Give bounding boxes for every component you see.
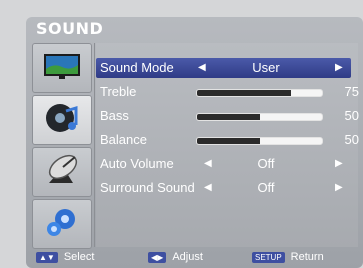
balance-label: Balance (100, 132, 147, 147)
bass-slider[interactable] (196, 113, 323, 121)
surround-sound-left-arrow-icon[interactable]: ◀ (204, 182, 212, 193)
setup-key: SETUP (252, 251, 285, 263)
setting-row-treble[interactable]: Treble 75 (96, 82, 359, 102)
adjust-label: Adjust (172, 251, 203, 263)
balance-slider-fill (197, 138, 260, 144)
sidebar-item-channel[interactable] (32, 147, 92, 197)
sound-mode-right-arrow-icon[interactable]: ▶ (335, 62, 343, 73)
up-down-arrows-icon: ▲▼ (36, 251, 58, 263)
gears-icon (43, 205, 81, 244)
treble-label: Treble (100, 84, 137, 99)
sound-mode-value: User (252, 60, 280, 75)
setting-row-sound-mode[interactable]: Sound Mode ◀ User ▶ (96, 58, 351, 78)
surround-sound-right-arrow-icon[interactable]: ▶ (335, 182, 343, 193)
sound-mode-left-arrow-icon[interactable]: ◀ (198, 62, 206, 73)
balance-slider[interactable] (196, 137, 323, 145)
auto-volume-right-arrow-icon[interactable]: ▶ (335, 158, 343, 169)
auto-volume-value: Off (257, 156, 275, 171)
tv-screen-icon (42, 51, 82, 86)
treble-slider[interactable] (196, 89, 323, 97)
sound-menu-panel: SOUND Sound Mode ◀ User ▶ Treble 75 Bass… (26, 17, 363, 268)
sidebar-item-sound[interactable] (32, 95, 92, 145)
satellite-dish-icon (43, 153, 81, 192)
hint-return: SETUP Return (252, 251, 324, 263)
footer-hints: ▲▼ Select ◀▶ Adjust SETUP Return (26, 247, 363, 268)
bass-slider-fill (197, 114, 260, 120)
balance-value: 50 (344, 132, 359, 147)
auto-volume-left-arrow-icon[interactable]: ◀ (204, 158, 212, 169)
menu-title: SOUND (36, 19, 104, 38)
return-label: Return (290, 251, 324, 263)
treble-value: 75 (344, 84, 359, 99)
hint-adjust: ◀▶ Adjust (148, 251, 203, 263)
surround-sound-value: Off (257, 180, 275, 195)
sidebar-item-picture[interactable] (32, 43, 92, 93)
setting-row-surround-sound[interactable]: Surround Sound ◀ Off ▶ (96, 178, 351, 198)
setting-row-balance[interactable]: Balance 50 (96, 130, 359, 150)
treble-slider-fill (197, 90, 291, 96)
bass-label: Bass (100, 108, 129, 123)
select-label: Select (63, 251, 95, 263)
setting-row-auto-volume[interactable]: Auto Volume ◀ Off ▶ (96, 154, 351, 174)
sidebar-item-setup[interactable] (32, 199, 92, 249)
left-right-arrows-icon: ◀▶ (148, 251, 167, 263)
auto-volume-label: Auto Volume (100, 156, 174, 171)
setting-row-bass[interactable]: Bass 50 (96, 106, 359, 126)
category-sidebar (32, 43, 95, 249)
surround-sound-label: Surround Sound (100, 180, 195, 195)
bass-value: 50 (344, 108, 359, 123)
sound-settings-list: Sound Mode ◀ User ▶ Treble 75 Bass 50 Ba… (96, 43, 359, 247)
sound-mode-label: Sound Mode (100, 60, 174, 75)
music-note-icon (44, 101, 80, 140)
hint-select: ▲▼ Select (36, 251, 94, 263)
